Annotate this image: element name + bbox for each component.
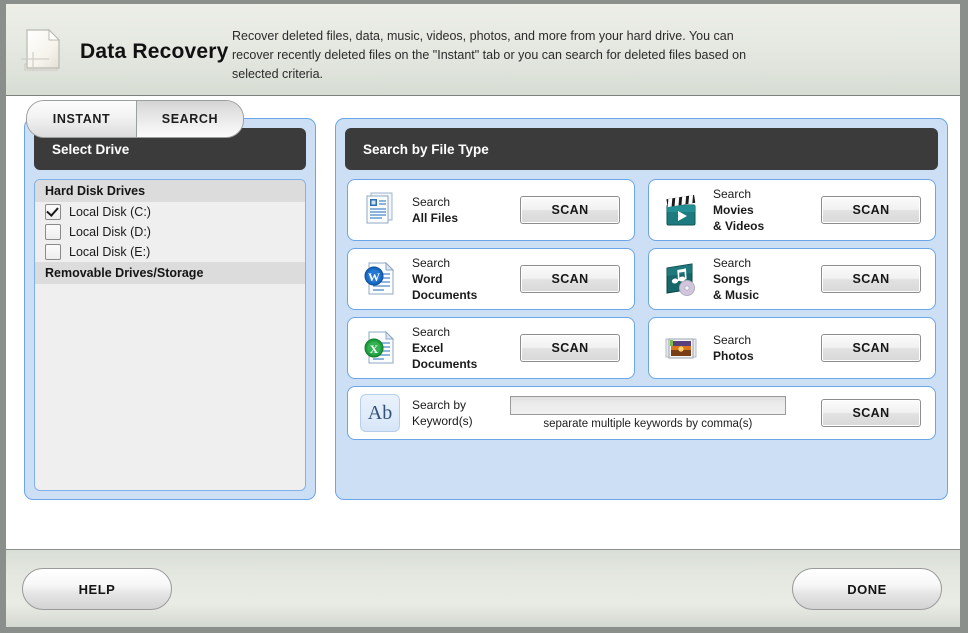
keyword-hint-text: separate multiple keywords by comma(s) [543, 418, 753, 430]
card-prefix-photos: Search [713, 333, 752, 347]
help-button[interactable]: HELP [22, 568, 172, 610]
card-prefix-movies: Search [713, 187, 752, 201]
card-label-word: Search Word Documents [412, 255, 520, 303]
all-files-icon [366, 192, 393, 224]
card-title-word: Word [412, 272, 443, 286]
tab-search[interactable]: SEARCH [137, 101, 243, 137]
scan-button-word[interactable]: SCAN [520, 265, 620, 293]
card-label-movies: Search Movies & Videos [713, 186, 821, 234]
card-prefix-songs: Search [713, 256, 752, 270]
select-drive-panel: Select Drive Hard Disk Drives Local Disk… [24, 118, 316, 500]
app-description: Recover deleted files, data, music, vide… [232, 29, 747, 81]
document-icon [21, 28, 61, 71]
card-label-all-files: Search All Files [412, 194, 520, 226]
card-label-songs: Search Songs & Music [713, 255, 821, 303]
drive-checkbox-e[interactable] [45, 244, 61, 260]
card-title-photos: Photos [713, 349, 754, 363]
drive-group-header-removable: Removable Drives/Storage [35, 262, 305, 284]
card-all-files[interactable]: Search All Files SCAN [347, 179, 635, 241]
application-window: Data Recovery Recover deleted files, dat… [0, 0, 968, 633]
card-label-photos: Search Photos [713, 332, 821, 364]
card-subtitle-excel: Documents [412, 357, 478, 371]
drive-group-header-hard-disk: Hard Disk Drives [35, 180, 305, 202]
keyword-icon: Ab [360, 394, 400, 432]
card-subtitle-word: Documents [412, 288, 478, 302]
card-prefix-keywords: Search by [412, 398, 467, 412]
card-title-keywords: Keyword(s) [412, 414, 473, 428]
search-by-file-type-panel: Search by File Type Search All Files SCA… [335, 118, 948, 500]
tab-bar: INSTANT SEARCH [6, 96, 960, 138]
scan-button-keywords[interactable]: SCAN [821, 399, 921, 427]
keyword-input-group: separate multiple keywords by comma(s) [487, 396, 809, 430]
card-word-documents[interactable]: W Search Word Documents SCAN [347, 248, 635, 310]
main-content: Select Drive Hard Disk Drives Local Disk… [6, 96, 960, 549]
card-label-excel: Search Excel Documents [412, 324, 520, 372]
scan-button-songs[interactable]: SCAN [821, 265, 921, 293]
card-title-movies: Movies [713, 203, 754, 217]
scan-button-photos[interactable]: SCAN [821, 334, 921, 362]
tab-instant[interactable]: INSTANT [27, 101, 137, 137]
drive-checkbox-d[interactable] [45, 224, 61, 240]
card-prefix-word: Search [412, 256, 451, 270]
card-search-by-keywords[interactable]: Ab Search by Keyword(s) separate multipl… [347, 386, 936, 440]
footer-bar: HELP DONE [6, 549, 960, 627]
card-movies-videos[interactable]: Search Movies & Videos SCAN [648, 179, 936, 241]
drive-list[interactable]: Hard Disk Drives Local Disk (C:) Local D… [34, 179, 306, 491]
drive-checkbox-c[interactable] [45, 204, 61, 220]
drive-item-e[interactable]: Local Disk (E:) [35, 242, 305, 262]
card-title-excel: Excel [412, 341, 444, 355]
svg-text:X: X [370, 342, 379, 356]
drive-label-d: Local Disk (D:) [69, 225, 151, 239]
card-title-all-files: All Files [412, 211, 459, 225]
scan-button-excel[interactable]: SCAN [520, 334, 620, 362]
card-prefix-excel: Search [412, 325, 451, 339]
card-excel-documents[interactable]: X Search Excel Documents SCAN [347, 317, 635, 379]
card-title-songs: Songs [713, 272, 750, 286]
card-subtitle-songs: & Music [713, 288, 760, 302]
photos-icon [665, 338, 697, 359]
word-document-icon: W [364, 261, 395, 295]
drive-label-e: Local Disk (E:) [69, 245, 151, 259]
svg-text:W: W [368, 270, 380, 284]
card-songs-music[interactable]: Search Songs & Music SCAN [648, 248, 936, 310]
scan-button-movies[interactable]: SCAN [821, 196, 921, 224]
card-photos[interactable]: Search Photos SCAN [648, 317, 936, 379]
drive-label-c: Local Disk (C:) [69, 205, 151, 219]
drive-item-d[interactable]: Local Disk (D:) [35, 222, 305, 242]
app-header: Data Recovery Recover deleted files, dat… [6, 4, 960, 96]
drive-item-c[interactable]: Local Disk (C:) [35, 202, 305, 222]
tab-group: INSTANT SEARCH [26, 100, 244, 138]
done-button[interactable]: DONE [792, 568, 942, 610]
songs-music-icon [666, 263, 695, 296]
movies-videos-icon [666, 194, 696, 226]
file-type-card-grid: Search All Files SCAN W Search Word Docu… [345, 179, 938, 491]
card-prefix-all-files: Search [412, 195, 451, 209]
card-label-keywords: Search by Keyword(s) [412, 397, 473, 429]
card-subtitle-movies: & Videos [713, 219, 765, 233]
excel-document-icon: X [364, 330, 395, 364]
keyword-search-input[interactable] [509, 396, 786, 415]
scan-button-all-files[interactable]: SCAN [520, 196, 620, 224]
page-title: Data Recovery [80, 40, 229, 63]
